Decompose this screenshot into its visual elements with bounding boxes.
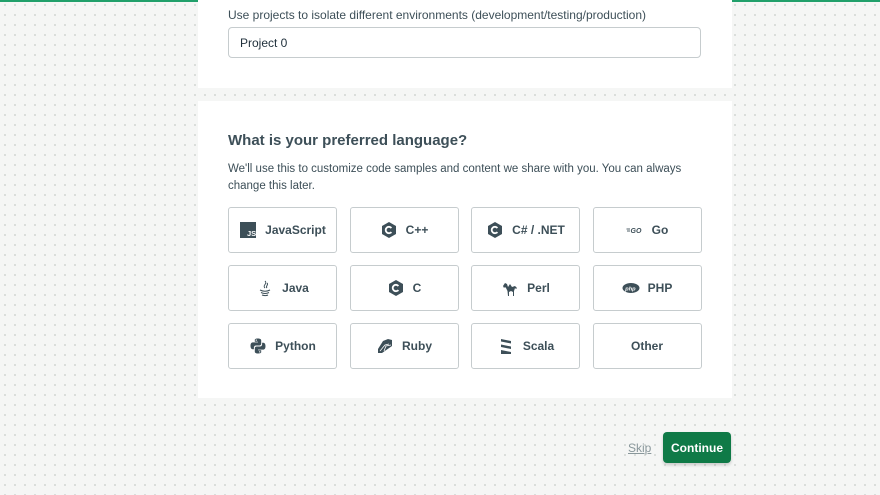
language-option-label: JavaScript [265, 223, 326, 237]
ruby-icon [376, 337, 394, 355]
language-title: What is your preferred language? [228, 132, 468, 149]
language-option-other[interactable]: Other [592, 323, 702, 369]
language-option-label: C++ [405, 223, 429, 237]
language-option-php[interactable]: php PHP [592, 265, 702, 311]
language-option-python[interactable]: Python [228, 323, 337, 369]
language-option-label: Java [282, 281, 309, 295]
language-option-label: Go [651, 223, 669, 237]
svg-text:JS: JS [247, 229, 256, 238]
csharp-icon [486, 221, 504, 239]
project-name-input[interactable] [228, 27, 701, 58]
python-icon [249, 337, 267, 355]
language-option-perl[interactable]: Perl [471, 265, 580, 311]
language-options-grid: JS JavaScript C++ C# / .NET GO Go Java C… [228, 207, 702, 370]
language-option-label: Python [275, 339, 316, 353]
language-option-scala[interactable]: Scala [471, 323, 580, 369]
language-option-csharp[interactable]: C# / .NET [471, 207, 580, 253]
c-icon [387, 279, 405, 297]
language-option-label: Scala [522, 339, 555, 353]
language-option-javascript[interactable]: JS JavaScript [228, 207, 337, 253]
php-icon: php [622, 279, 640, 297]
language-option-label: PHP [647, 281, 673, 295]
svg-text:GO: GO [630, 228, 641, 235]
skip-link[interactable]: Skip [628, 441, 651, 455]
svg-text:php: php [624, 286, 636, 292]
language-card: What is your preferred language? We'll u… [198, 101, 732, 398]
language-description: We'll use this to customize code samples… [228, 163, 682, 192]
go-icon: GO [626, 221, 644, 239]
language-option-label: C# / .NET [512, 223, 565, 237]
language-option-label: Ruby [402, 339, 432, 353]
language-option-ruby[interactable]: Ruby [349, 323, 459, 369]
java-icon [256, 279, 274, 297]
language-option-java[interactable]: Java [228, 265, 337, 311]
scala-icon [497, 337, 515, 355]
continue-button[interactable]: Continue [663, 432, 731, 463]
language-option-label: Other [630, 339, 663, 353]
language-option-c[interactable]: C [349, 265, 459, 311]
project-card: Use projects to isolate different enviro… [198, 0, 732, 88]
language-option-cpp[interactable]: C++ [349, 207, 459, 253]
perl-camel-icon [501, 279, 519, 297]
project-hint-text: Use projects to isolate different enviro… [228, 8, 647, 22]
language-option-go[interactable]: GO Go [592, 207, 702, 253]
cpp-icon [380, 221, 398, 239]
language-option-label: Perl [527, 281, 550, 295]
language-option-label: C [412, 281, 422, 295]
javascript-icon: JS [239, 221, 257, 239]
